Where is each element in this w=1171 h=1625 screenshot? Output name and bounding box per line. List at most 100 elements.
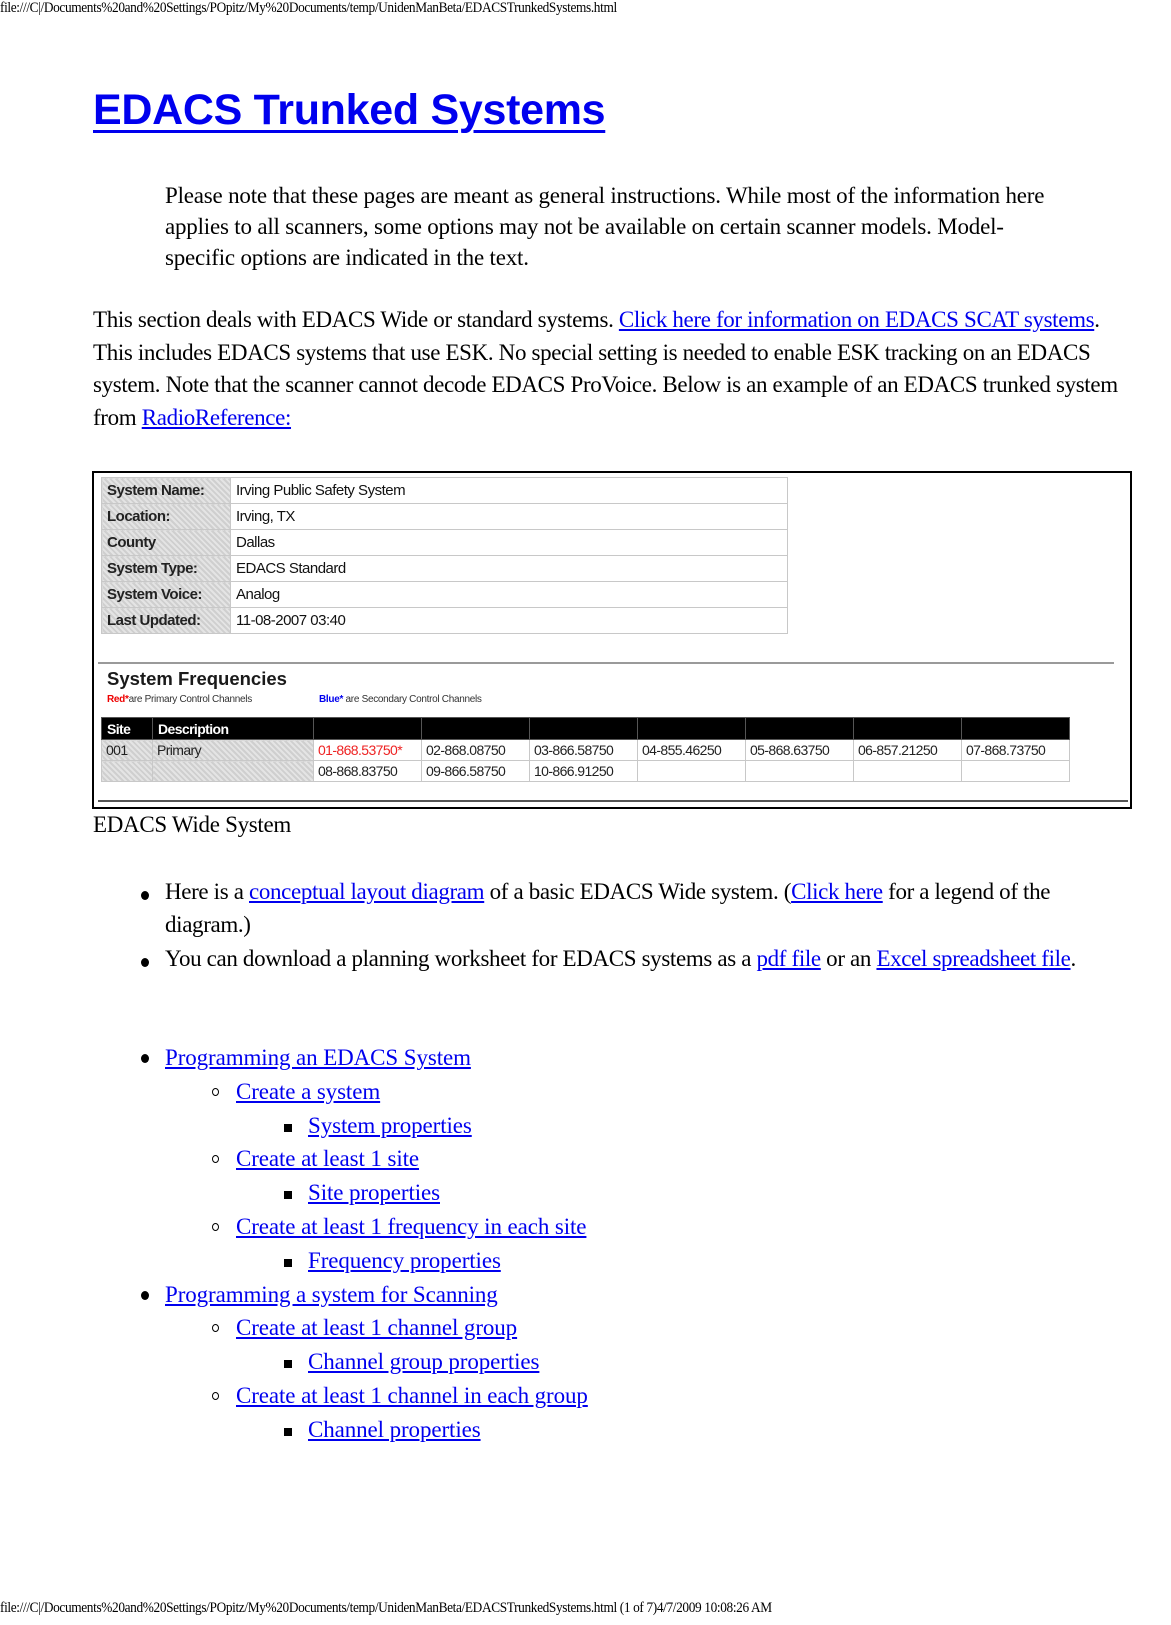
divider: [98, 662, 1114, 664]
square-bullet-icon: [284, 1360, 292, 1369]
list-item: Programming a system for Scanning: [93, 1278, 588, 1312]
freq-column-header: [961, 717, 1070, 740]
frequency-cell: 04-855.46250: [637, 739, 746, 761]
frequency-cell: 09-866.58750: [421, 760, 530, 782]
site-cell: 001: [101, 739, 153, 761]
list-item: Frequency properties: [93, 1244, 588, 1278]
description-cell: Primary: [152, 739, 314, 761]
info-row: System Type: EDACS Standard: [101, 555, 788, 582]
toc-link[interactable]: Programming an EDACS System: [165, 1045, 471, 1070]
circle-bullet-icon: [212, 1087, 219, 1096]
list-item: Create at least 1 frequency in each site: [93, 1210, 588, 1244]
conceptual-layout-diagram-link[interactable]: conceptual layout diagram: [249, 879, 485, 904]
page-title[interactable]: EDACS Trunked Systems: [93, 86, 606, 135]
radioreference-system-image: System Name: Irving Public Safety System L…: [92, 471, 1132, 809]
list-item: Channel group properties: [93, 1345, 588, 1379]
frequency-cell: 06-857.21250: [853, 739, 962, 761]
divider-bottom: [98, 800, 1128, 802]
toc-link[interactable]: Create at least 1 frequency in each site: [236, 1214, 587, 1239]
frequency-cell: 01-868.53750*: [313, 739, 422, 761]
bullet-icon: [141, 1054, 149, 1063]
list-item: Here is a conceptual layout diagram of a…: [93, 876, 1133, 941]
info-label: Last Updated:: [101, 607, 231, 634]
toc-link[interactable]: Create at least 1 channel in each group: [236, 1383, 588, 1408]
toc-link[interactable]: Programming a system for Scanning: [165, 1282, 498, 1307]
radioreference-link[interactable]: RadioReference:: [142, 405, 292, 430]
description-cell: [152, 760, 314, 782]
system-info-table: System Name: Irving Public Safety System L…: [101, 477, 788, 634]
frequency-cell: 02-868.08750: [421, 739, 530, 761]
frequency-cell: [853, 760, 962, 782]
legend-click-here-link[interactable]: Click here: [791, 879, 883, 904]
list-item: Programming an EDACS System: [93, 1041, 588, 1075]
bullet-icon: [141, 891, 149, 900]
legend-blue-word: Blue*: [319, 694, 344, 705]
freq-column-header: Site: [101, 717, 153, 740]
info-label: System Voice:: [101, 581, 231, 608]
legend-red-text: are Primary Control Channels: [128, 694, 253, 705]
frequency-cell: [961, 760, 1070, 782]
circle-bullet-icon: [212, 1324, 219, 1333]
freq-column-header: Description: [152, 717, 314, 740]
info-label: County: [101, 529, 231, 556]
frequency-cell: 08-868.83750: [313, 760, 422, 782]
legend-primary: Red*are Primary Control Channels: [107, 694, 252, 705]
page-title-link[interactable]: EDACS Trunked Systems: [93, 86, 606, 134]
info-label: System Name:: [101, 477, 231, 504]
frequency-cell: [637, 760, 746, 782]
frequency-cell: 05-868.63750: [745, 739, 854, 761]
toc-link[interactable]: Create a system: [236, 1079, 380, 1104]
toc-link[interactable]: Channel group properties: [308, 1349, 539, 1374]
general-instructions-note: Please note that these pages are meant a…: [165, 183, 1045, 270]
excel-spreadsheet-link[interactable]: Excel spreadsheet file: [876, 946, 1070, 971]
freq-row: 001 Primary 01-868.53750* 02-868.08750 03-86…: [101, 739, 1070, 761]
info-value: 11-08-2007 03:40: [230, 607, 788, 634]
square-bullet-icon: [284, 1191, 292, 1200]
list-item: Create at least 1 channel group: [93, 1311, 588, 1345]
info-value: Dallas: [230, 529, 788, 556]
system-frequencies-table: Site Description 001 Primary 01-868.53750* 0…: [101, 717, 1070, 782]
toc-link[interactable]: Frequency properties: [308, 1248, 501, 1273]
page-footer-path: file:///C|/Documents%20and%20Settings/PO…: [0, 1600, 772, 1616]
info-value: EDACS Standard: [230, 555, 788, 582]
square-bullet-icon: [284, 1258, 292, 1267]
info-label: System Type:: [101, 555, 231, 582]
toc-link[interactable]: Create at least 1 channel group: [236, 1315, 517, 1340]
bullet-text: of a basic EDACS Wide system. (: [484, 879, 792, 904]
bullet-text: .: [1070, 946, 1077, 971]
frequency-cell: [745, 760, 854, 782]
system-frequencies-title: System Frequencies: [107, 668, 287, 689]
edacs-scat-link[interactable]: Click here for information on EDACS SCAT…: [619, 307, 1095, 332]
toc-link[interactable]: System properties: [308, 1113, 472, 1138]
intro-text-1: This section deals with EDACS Wide or st…: [93, 307, 619, 332]
freq-column-header: [529, 717, 638, 740]
bullet-text: or an: [820, 946, 877, 971]
info-label: Location:: [101, 503, 231, 530]
legend-blue-text: are Secondary Control Channels: [343, 694, 482, 705]
list-item: System properties: [93, 1109, 588, 1143]
info-row: Last Updated: 11-08-2007 03:40: [101, 607, 788, 634]
toc-link[interactable]: Site properties: [308, 1180, 440, 1205]
list-item: Create a system: [93, 1075, 588, 1109]
freq-column-header: [421, 717, 530, 740]
toc-link[interactable]: Create at least 1 site: [236, 1146, 419, 1171]
info-row: County Dallas: [101, 529, 788, 556]
toc-link[interactable]: Channel properties: [308, 1417, 481, 1442]
pdf-file-link[interactable]: pdf file: [757, 946, 822, 971]
bullet-icon: [141, 958, 149, 967]
bullet-text: You can download a planning worksheet fo…: [165, 946, 757, 971]
frequency-cell: 07-868.73750: [961, 739, 1070, 761]
site-cell: [101, 760, 153, 782]
list-item: Create at least 1 site: [93, 1142, 588, 1176]
freq-column-header: [853, 717, 962, 740]
programming-steps-list: Programming an EDACS System Create a syst…: [93, 1041, 588, 1447]
info-bullets: Here is a conceptual layout diagram of a…: [93, 876, 1133, 978]
info-row: Location: Irving, TX: [101, 503, 788, 530]
circle-bullet-icon: [212, 1222, 219, 1231]
info-row: System Name: Irving Public Safety System: [101, 477, 788, 504]
freq-column-header: [637, 717, 746, 740]
info-value: Irving Public Safety System: [230, 477, 788, 504]
freq-row: 08-868.83750 09-866.58750 10-866.91250: [101, 760, 1070, 782]
freq-column-header: [745, 717, 854, 740]
square-bullet-icon: [284, 1123, 292, 1132]
